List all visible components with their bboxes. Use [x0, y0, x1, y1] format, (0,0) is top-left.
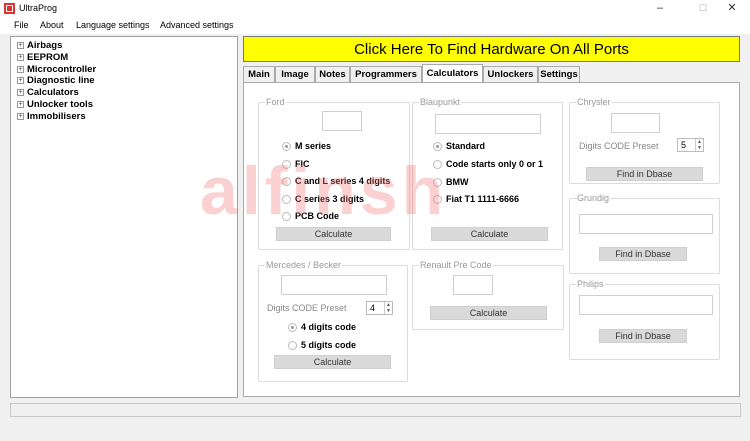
expand-icon[interactable]: +	[17, 112, 24, 120]
tree-item-immobilisers[interactable]: + Immobilisers	[17, 110, 86, 122]
tree-item-diagnostic-line[interactable]: + Diagnostic line	[17, 74, 95, 86]
menu-file[interactable]: File	[14, 20, 29, 30]
radio-icon[interactable]	[288, 340, 297, 350]
blaupunkt-radio-standard[interactable]: Standard	[433, 140, 485, 152]
tree-item-label: Unlocker tools	[27, 98, 93, 110]
calculators-panel: Ford M series FIC C and L series 4 digit…	[243, 82, 740, 397]
group-title: Grundig	[576, 193, 611, 203]
tab-calculators[interactable]: Calculators	[422, 64, 483, 82]
chrysler-group: Chrysler Digits CODE Preset 5 ▲ ▼ Find in…	[569, 97, 720, 184]
tree-item-label: Calculators	[27, 86, 79, 98]
grundig-find-button[interactable]: Find in Dbase	[599, 247, 687, 261]
mercedes-preset-spinner[interactable]: 4 ▲ ▼	[366, 301, 393, 315]
radio-label: Fiat T1 1111-6666	[446, 194, 520, 204]
status-bar	[10, 403, 741, 417]
group-title: Chrysler	[576, 97, 612, 107]
tree-item-label: EEPROM	[27, 51, 69, 63]
close-button[interactable]: ✕	[714, 0, 750, 17]
spinner-value: 5	[681, 140, 687, 150]
expand-icon[interactable]: +	[17, 100, 24, 108]
philips-find-button[interactable]: Find in Dbase	[599, 329, 687, 343]
mercedes-radio-4-digits[interactable]: 4 digits code	[288, 321, 356, 333]
ford-radio-m-series[interactable]: M series	[282, 140, 331, 152]
mercedes-becker-group: Mercedes / Becker Digits CODE Preset 4 ▲…	[258, 260, 408, 382]
mercedes-code-input[interactable]	[281, 275, 387, 295]
tab-unlockers[interactable]: Unlockers	[483, 66, 538, 82]
group-title: Ford	[265, 97, 286, 107]
tab-settings[interactable]: Settings	[538, 66, 580, 82]
group-title: Philips	[576, 279, 605, 289]
tree-item-airbags[interactable]: + Airbags	[17, 39, 62, 51]
group-title: Renault Pre Code	[419, 260, 493, 270]
blaupunkt-radio-code-starts[interactable]: Code starts only 0 or 1	[433, 158, 543, 170]
radio-label: 4 digits code	[301, 322, 357, 332]
grundig-group: Grundig Find in Dbase	[569, 193, 720, 274]
expand-icon[interactable]: +	[17, 41, 24, 49]
blaupunkt-calculate-button[interactable]: Calculate	[431, 227, 548, 241]
tree-item-eeprom[interactable]: + EEPROM	[17, 51, 68, 63]
title-bar: UltraProg – ☐ ✕	[0, 0, 750, 17]
philips-group: Philips Find in Dbase	[569, 279, 720, 360]
tree-item-label: Diagnostic line	[27, 74, 95, 86]
radio-label: M series	[295, 141, 332, 151]
radio-label: 5 digits code	[301, 340, 357, 350]
expand-icon[interactable]: +	[17, 65, 24, 73]
mercedes-radio-5-digits[interactable]: 5 digits code	[288, 339, 356, 351]
tab-programmers[interactable]: Programmers	[350, 66, 422, 82]
grundig-code-input[interactable]	[579, 214, 713, 234]
chrysler-preset-label: Digits CODE Preset	[579, 141, 659, 151]
window-title: UltraProg	[19, 3, 58, 13]
expand-icon[interactable]: +	[17, 88, 24, 96]
blaupunkt-code-input[interactable]	[435, 114, 541, 134]
group-title: Blaupunkt	[419, 97, 462, 107]
mercedes-preset-label: Digits CODE Preset	[267, 303, 347, 313]
app-icon	[4, 3, 15, 14]
find-hardware-banner[interactable]: Click Here To Find Hardware On All Ports	[243, 36, 740, 62]
radio-label: BMW	[446, 177, 469, 187]
radio-label: Standard	[446, 141, 486, 151]
spinner-value: 4	[370, 303, 376, 313]
mercedes-calculate-button[interactable]: Calculate	[274, 355, 391, 369]
ford-code-input[interactable]	[322, 111, 362, 131]
philips-code-input[interactable]	[579, 295, 713, 315]
spinner-arrows-icon[interactable]: ▲ ▼	[384, 302, 392, 314]
chrysler-preset-spinner[interactable]: 5 ▲ ▼	[677, 138, 704, 152]
menu-about[interactable]: About	[40, 20, 64, 30]
expand-icon[interactable]: +	[17, 76, 24, 84]
radio-icon[interactable]	[433, 141, 442, 151]
tree-item-label: Airbags	[27, 39, 63, 51]
minimize-button[interactable]: –	[642, 0, 678, 17]
group-title: Mercedes / Becker	[265, 260, 343, 270]
tree-item-calculators[interactable]: + Calculators	[17, 86, 79, 98]
tree-item-unlocker-tools[interactable]: + Unlocker tools	[17, 98, 93, 110]
menu-bar: File About Language settings Advanced se…	[0, 17, 750, 34]
chrysler-find-button[interactable]: Find in Dbase	[586, 167, 703, 181]
tree-item-label: Immobilisers	[27, 110, 86, 122]
renault-calculate-button[interactable]: Calculate	[430, 306, 547, 320]
tab-notes[interactable]: Notes	[315, 66, 350, 82]
renault-code-input[interactable]	[453, 275, 493, 295]
tree-item-label: Microcontroller	[27, 63, 97, 75]
tab-image[interactable]: Image	[275, 66, 315, 82]
menu-language-settings[interactable]: Language settings	[76, 20, 150, 30]
spinner-arrows-icon[interactable]: ▲ ▼	[695, 139, 703, 151]
radio-label: Code starts only 0 or 1	[446, 159, 544, 169]
radio-icon[interactable]	[282, 141, 291, 151]
chrysler-code-input[interactable]	[611, 113, 660, 133]
expand-icon[interactable]: +	[17, 53, 24, 61]
radio-icon[interactable]	[288, 322, 297, 332]
renault-group: Renault Pre Code Calculate	[412, 260, 564, 330]
menu-advanced-settings[interactable]: Advanced settings	[160, 20, 234, 30]
watermark-text: alfinsh	[200, 153, 448, 229]
tab-main[interactable]: Main	[243, 66, 275, 82]
